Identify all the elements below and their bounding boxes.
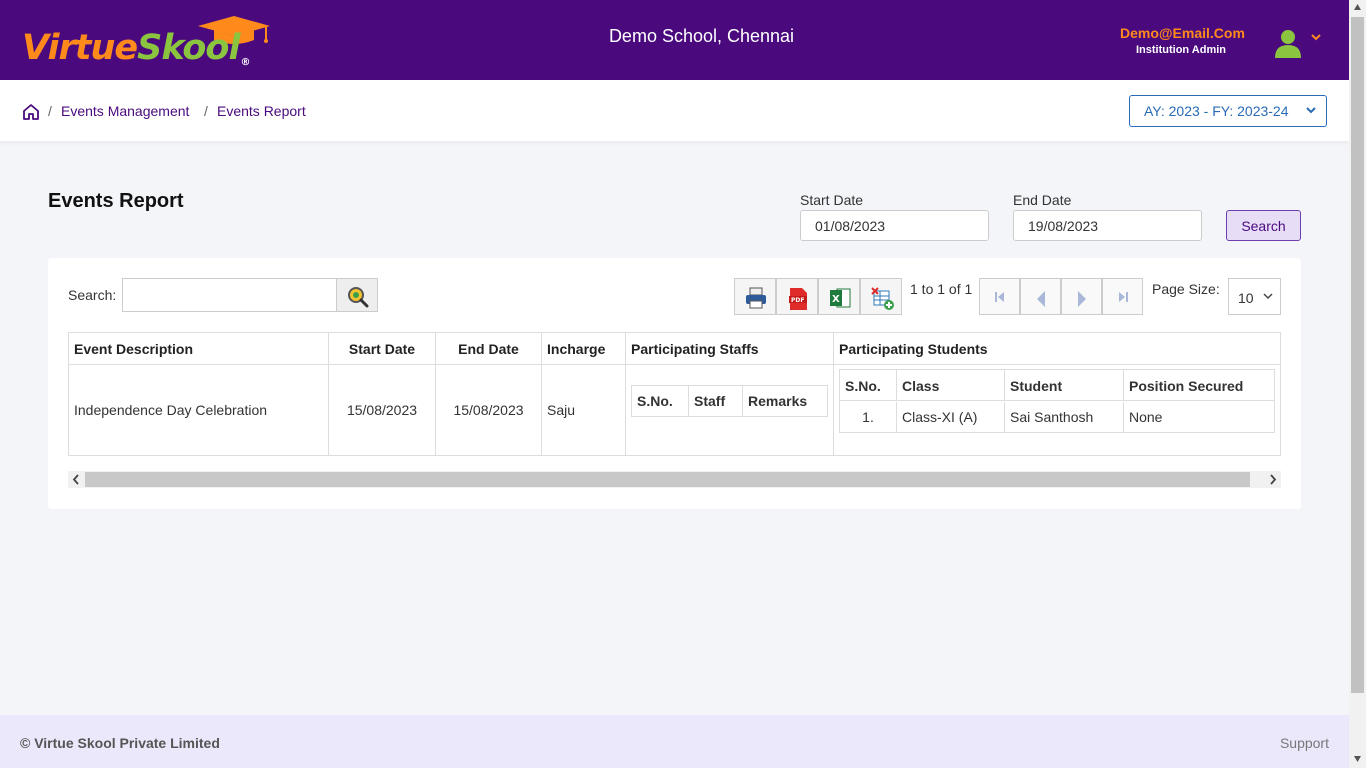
next-page-icon [1078,291,1086,307]
last-page-icon [1119,292,1128,302]
staff-header-remarks: Remarks [748,393,808,409]
staff-header-sno: S.No. [632,386,689,416]
svg-text:X: X [832,294,840,305]
first-page-icon [995,292,1004,302]
cell-incharge: Saju [542,365,626,455]
student-cell-student: Sai Santhosh [1005,402,1124,432]
search-icon [348,287,369,308]
events-grid: Event Description Start Date End Date In… [68,332,1281,456]
page-size-value: 10 [1238,290,1254,306]
page-size-select[interactable]: 10 [1228,278,1281,315]
user-avatar-icon[interactable] [1274,28,1302,58]
registered-mark: ® [240,57,250,68]
header-end-date[interactable]: End Date [436,333,542,364]
first-page-button[interactable] [979,278,1020,315]
header-participating-students[interactable]: Participating Students [834,333,1280,364]
svg-text:PDF: PDF [791,297,804,304]
student-header-sno: S.No. [840,370,897,401]
students-subtable: S.No. Class Student Position Secured 1. … [839,369,1275,433]
header-event-description[interactable]: Event Description [69,333,329,364]
page-title: Events Report [48,190,184,212]
end-date-label: End Date [1013,192,1072,208]
grid-search-input[interactable] [122,278,338,312]
start-date-input[interactable]: 01/08/2023 [800,210,989,241]
previous-page-button[interactable] [1020,278,1061,315]
header-incharge[interactable]: Incharge [542,333,626,364]
student-header-position: Position Secured [1129,378,1244,394]
pdf-export-button[interactable]: PDF [776,278,818,315]
last-page-button[interactable] [1102,278,1143,315]
header-start-date[interactable]: Start Date [329,333,436,364]
grid-header-row: Event Description Start Date End Date In… [69,333,1280,365]
add-sheet-icon [871,287,894,310]
print-button[interactable] [734,278,776,315]
end-date-input[interactable]: 19/08/2023 [1013,210,1202,241]
academic-year-value: AY: 2023 - FY: 2023-24 [1144,103,1289,119]
staffs-subtable: S.No. Staff Remarks [631,385,828,417]
scroll-up-icon[interactable] [1353,3,1362,11]
school-name: Demo School, Chennai [608,26,795,46]
students-header-row: S.No. Class Student Position Secured [840,370,1274,401]
page-size-label: Page Size: [1152,281,1220,297]
table-row[interactable]: 1. Class-XI (A) Sai Santhosh None [840,402,1274,432]
logo-text-skool: Skool [137,28,240,68]
scroll-right-icon[interactable] [1268,472,1278,487]
student-header-student: Student [1005,370,1124,401]
student-header-class: Class [897,370,1005,401]
scroll-left-icon[interactable] [71,472,81,487]
copyright-text: © Virtue Skool Private Limited [20,735,220,751]
breadcrumb-bar: / Events Management / Events Report AY: … [0,80,1349,141]
chevron-down-icon[interactable] [1310,32,1322,42]
academic-year-select[interactable]: AY: 2023 - FY: 2023-24 [1129,95,1327,127]
add-sheet-button[interactable] [860,278,902,315]
previous-page-icon [1037,291,1045,307]
excel-export-button[interactable]: X [818,278,860,315]
logo-wordmark: VirtueSkool® [22,28,250,68]
report-card: Search: PDF X 1 to 1 of 1 Page Size: 10 … [48,258,1301,509]
cell-participating-staffs: S.No. Staff Remarks [626,365,834,455]
pdf-icon: PDF [789,288,807,310]
print-icon [746,287,766,309]
breadcrumb-separator: / [48,103,52,119]
staff-header-staff: Staff [689,386,743,416]
cell-start-date: 15/08/2023 [329,365,436,455]
chevron-down-icon [1263,293,1273,300]
virtueskool-logo[interactable]: VirtueSkool® [22,14,272,70]
cell-participating-students: S.No. Class Student Position Secured 1. … [834,365,1280,455]
support-link[interactable]: Support [1280,735,1329,751]
page-scrollbar-thumb[interactable] [1351,17,1364,693]
top-header: VirtueSkool® Demo School, Chennai Demo@E… [0,0,1349,80]
next-page-button[interactable] [1061,278,1102,315]
chevron-down-icon [1306,107,1316,114]
grid-search-label: Search: [68,287,117,303]
cell-event-description: Independence Day Celebration [69,365,329,455]
breadcrumb-events-report[interactable]: Events Report [217,103,306,119]
user-email[interactable]: Demo@Email.Com [1120,25,1250,41]
search-button[interactable]: Search [1226,210,1301,241]
grid-search-button[interactable] [336,278,378,312]
home-icon[interactable] [22,103,40,121]
excel-icon: X [830,288,851,308]
user-role: Institution Admin [1136,44,1227,56]
cell-end-date: 15/08/2023 [436,365,542,455]
header-participating-staffs[interactable]: Participating Staffs [626,333,834,364]
student-cell-class: Class-XI (A) [897,402,1005,432]
logo-text-virtue: Virtue [22,28,138,68]
start-date-label: Start Date [800,192,864,208]
page-vertical-scrollbar[interactable] [1349,0,1366,768]
breadcrumb-events-management[interactable]: Events Management [61,103,189,119]
grid-horizontal-scrollbar[interactable] [68,471,1281,488]
student-cell-sno: 1. [840,402,897,432]
student-cell-position: None [1129,409,1163,425]
scroll-down-icon[interactable] [1353,755,1362,763]
pager-info: 1 to 1 of 1 [910,281,973,297]
page-footer: © Virtue Skool Private Limited Support [0,715,1349,768]
breadcrumb-separator: / [204,103,208,119]
grid-scrollbar-thumb[interactable] [85,472,1250,487]
